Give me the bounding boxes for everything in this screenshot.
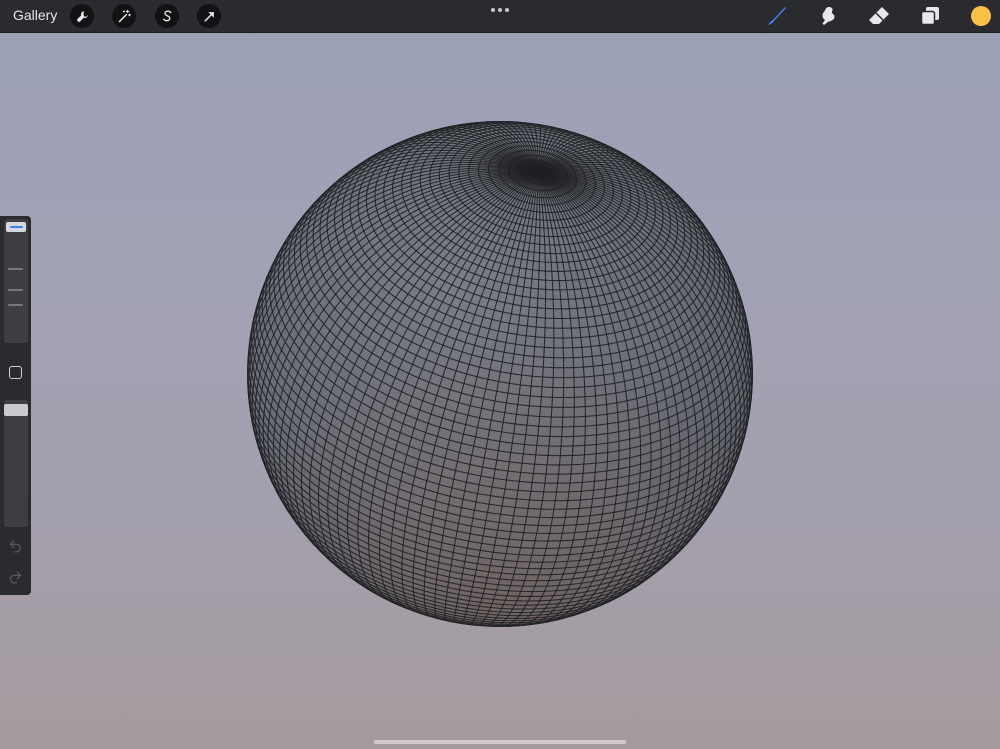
eraser-icon [869, 7, 889, 24]
size-tick [8, 268, 23, 270]
layers-button[interactable] [918, 4, 942, 28]
side-toolbar [0, 216, 31, 595]
redo-icon[interactable] [8, 569, 23, 584]
actions-button[interactable] [70, 4, 94, 28]
brush-icon [768, 7, 786, 25]
more-options-button[interactable] [491, 7, 509, 13]
top-toolbar: Gallery [0, 0, 1000, 33]
transform-button[interactable] [197, 4, 221, 28]
smudge-tool-button[interactable] [816, 4, 840, 28]
home-indicator [374, 740, 626, 744]
opacity-handle[interactable] [4, 404, 28, 416]
brush-size-slider[interactable] [4, 219, 28, 343]
smudge-icon [822, 7, 835, 25]
wrench-icon [76, 10, 88, 22]
size-tick [8, 304, 23, 306]
gallery-button[interactable]: Gallery [13, 7, 57, 23]
size-tick [8, 289, 23, 291]
adjustments-button[interactable] [112, 4, 136, 28]
selection-button[interactable] [155, 4, 179, 28]
opacity-slider[interactable] [4, 400, 28, 527]
eraser-tool-button[interactable] [867, 4, 891, 28]
magic-wand-icon [118, 9, 131, 22]
undo-icon[interactable] [8, 538, 23, 553]
selection-s-icon [162, 9, 171, 21]
transform-arrow-icon [203, 11, 214, 22]
modify-button[interactable] [9, 366, 22, 379]
canvas-sphere[interactable] [242, 116, 758, 632]
brush-tool-button[interactable] [765, 4, 789, 28]
color-picker-swatch[interactable] [971, 6, 991, 26]
layers-icon [920, 7, 939, 26]
ellipsis-icon [491, 8, 495, 12]
brush-size-handle[interactable] [6, 222, 26, 232]
